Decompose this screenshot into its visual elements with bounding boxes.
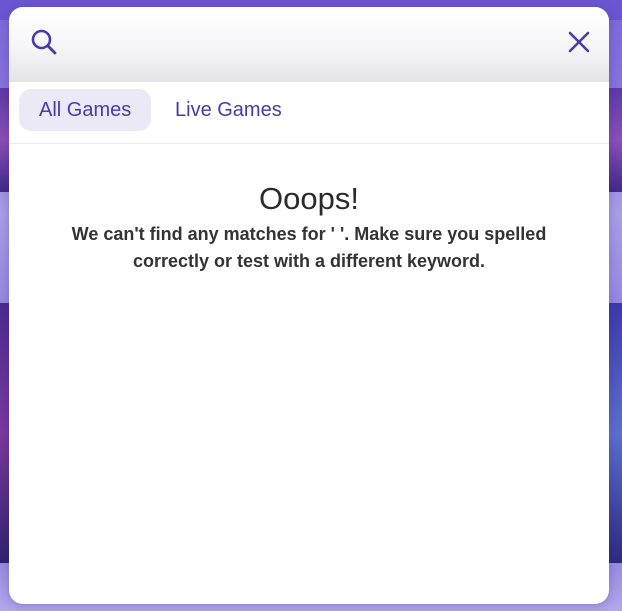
empty-state: Ooops! We can't find any matches for ' '…: [9, 179, 609, 275]
game-tabs: All Games Live Games: [9, 82, 609, 144]
close-icon[interactable]: [566, 29, 592, 55]
search-icon: [30, 28, 58, 56]
tab-live-games[interactable]: Live Games: [155, 89, 302, 131]
search-bar: [9, 7, 609, 82]
empty-state-title: Ooops!: [259, 181, 359, 216]
search-modal: All Games Live Games Ooops! We can't fin…: [9, 7, 609, 604]
search-input[interactable]: [73, 25, 547, 63]
empty-state-message: We can't find any matches for ' '. Make …: [71, 224, 547, 271]
tab-all-games[interactable]: All Games: [19, 89, 152, 131]
